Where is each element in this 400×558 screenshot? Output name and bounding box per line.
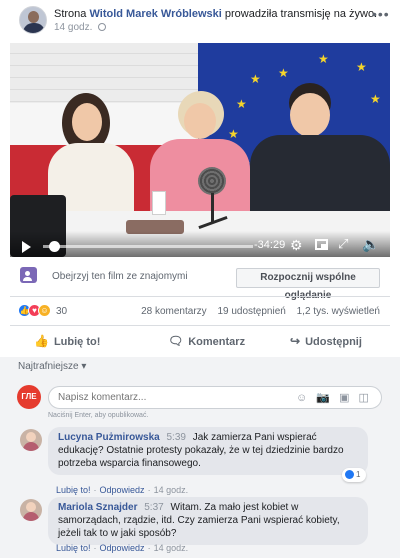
- time-remaining: -34:29: [254, 239, 286, 251]
- play-icon[interactable]: [22, 241, 31, 253]
- reactions-count[interactable]: 30: [56, 306, 67, 317]
- comment-bubble: Lucyna Pużmirowska 5:39 Jak zamierza Pan…: [48, 427, 368, 475]
- comment-author-avatar[interactable]: [20, 499, 42, 521]
- miniplayer-icon[interactable]: [315, 239, 328, 250]
- chevron-down-icon: ▾: [81, 361, 87, 372]
- person-face: [72, 103, 102, 141]
- eu-star: ★: [228, 127, 239, 141]
- comment-author[interactable]: Mariola Sznajder: [58, 502, 137, 513]
- comment-video-time[interactable]: 5:37: [144, 502, 163, 513]
- comment-reply-link[interactable]: Odpowiedz: [100, 543, 145, 553]
- post-stats: 👍 ♥ ☺ 30 28 komentarzy 19 udostępnień 1,…: [0, 300, 400, 322]
- eu-star: ★: [250, 72, 261, 86]
- post-actions: 👍 Lubię to! 🗨 Komentarz ↪ Udostępnij: [0, 330, 400, 354]
- video-player[interactable]: ★ ★ ★ ★ ★ ★ ★ ★: [10, 43, 390, 257]
- like-button-label: Lubię to!: [53, 336, 101, 348]
- comment-video-time[interactable]: 5:39: [166, 432, 185, 443]
- comment-reply-link[interactable]: Odpowiedz: [100, 485, 145, 495]
- person-face: [184, 103, 216, 139]
- thumbs-up-icon: 👍: [34, 334, 49, 348]
- post-header: Strona Witold Marek Wróblewski prowadził…: [0, 0, 400, 42]
- globe-icon: [98, 23, 107, 32]
- share-button[interactable]: ↪ Udostępnij: [290, 330, 362, 352]
- comment-author-avatar[interactable]: [20, 429, 42, 451]
- comment-actions: Lubię to! · Odpowiedz · 14 godz.: [56, 485, 188, 495]
- person-face: [290, 93, 330, 137]
- water-glass: [152, 191, 166, 215]
- watch-party-text: Obejrzyj ten film ze znajomymi: [52, 271, 188, 282]
- post-headline: Strona Witold Marek Wróblewski prowadził…: [54, 8, 377, 20]
- avatar-body: [23, 23, 45, 33]
- post-time[interactable]: 14 godz.: [54, 22, 92, 33]
- eu-star: ★: [356, 60, 367, 74]
- comment-button-label: Komentarz: [188, 336, 246, 348]
- separator-dot: ·: [147, 485, 151, 495]
- comment-like-count[interactable]: 1: [342, 468, 366, 482]
- shares-count[interactable]: 19 udostępnień: [217, 306, 285, 317]
- watch-party-icon: [20, 267, 37, 283]
- start-watch-party-button[interactable]: Rozpocznij wspólne oglądanie: [236, 268, 380, 301]
- comment-bubble: Mariola Sznajder 5:37 Witam. Za mało jes…: [48, 497, 368, 545]
- views-count: 1,2 tys. wyświetleń: [296, 306, 380, 317]
- comment-button[interactable]: 🗨 Komentarz: [168, 330, 245, 352]
- comment-likes-value: 1: [356, 470, 361, 479]
- volume-icon[interactable]: 🔈: [362, 236, 379, 253]
- person-body: [250, 135, 390, 217]
- sort-label: Najtrafniejsze: [18, 361, 79, 372]
- comment-age[interactable]: 14 godz.: [154, 543, 189, 553]
- comment-age[interactable]: 14 godz.: [154, 485, 189, 495]
- like-reaction-icon: [345, 470, 354, 480]
- microphone-stand: [211, 193, 214, 223]
- separator-dot: ·: [93, 485, 97, 495]
- comment-actions: Lubię to! · Odpowiedz · 14 godz.: [56, 543, 188, 553]
- avatar-head: [28, 11, 39, 23]
- comment-author[interactable]: Lucyna Pużmirowska: [58, 432, 160, 443]
- comments-section: Najtrafniejsze ▾ ГЛЕ ☺ 📷 ▣ ◫ Naciśnij En…: [0, 357, 400, 558]
- facebook-post: Strona Witold Marek Wróblewski prowadził…: [0, 0, 400, 558]
- comments-count[interactable]: 28 komentarzy: [141, 306, 207, 317]
- engagement-counts: 28 komentarzy 19 udostępnień 1,2 tys. wy…: [133, 306, 380, 317]
- divider: [10, 325, 390, 326]
- headline-suffix: prowadziła transmisję na żywo.: [224, 8, 378, 20]
- progress-bar[interactable]: [43, 245, 253, 248]
- post-meta: 14 godz.: [54, 22, 107, 33]
- page-name-link[interactable]: Witold Marek Wróblewski: [89, 8, 221, 20]
- headline-prefix: Strona: [54, 8, 87, 20]
- comment-bubble-icon: 🗨: [168, 334, 184, 348]
- share-arrow-icon: ↪: [290, 334, 301, 348]
- eu-star: ★: [370, 92, 381, 106]
- divider: [10, 296, 390, 297]
- eu-star: ★: [318, 52, 329, 66]
- share-button-label: Udostępnij: [305, 336, 362, 348]
- haha-reaction-icon[interactable]: ☺: [38, 304, 51, 317]
- eu-star: ★: [236, 97, 247, 111]
- settings-gear-icon[interactable]: ⚙: [290, 237, 303, 254]
- comment-like-link[interactable]: Lubię to!: [56, 543, 91, 553]
- camera-icon[interactable]: 📷: [316, 392, 330, 404]
- commenter-avatar: ГЛЕ: [17, 385, 41, 409]
- comment-input-icons: ☺ 📷 ▣ ◫: [296, 391, 375, 404]
- comment-sort-dropdown[interactable]: Najtrafniejsze ▾: [18, 361, 86, 372]
- separator-dot: ·: [147, 543, 151, 553]
- progress-handle[interactable]: [49, 241, 61, 252]
- fullscreen-icon[interactable]: ⤢: [338, 236, 348, 252]
- watch-party-row: Obejrzyj ten film ze znajomymi Rozpoczni…: [0, 262, 400, 301]
- eu-star: ★: [278, 66, 289, 80]
- microphone: [198, 167, 226, 195]
- emoji-icon[interactable]: ☺: [296, 392, 307, 404]
- more-options-icon[interactable]: •••: [372, 6, 390, 22]
- input-hint: Naciśnij Enter, aby opublikować.: [48, 412, 149, 419]
- sticker-icon[interactable]: ◫: [359, 392, 369, 404]
- gif-icon[interactable]: ▣: [339, 392, 349, 404]
- like-button[interactable]: 👍 Lubię to!: [34, 330, 100, 352]
- video-controls: -34:29 ⚙ ⤢ 🔈: [10, 231, 390, 257]
- page-avatar[interactable]: [19, 6, 47, 34]
- separator-dot: ·: [93, 543, 97, 553]
- comment-like-link[interactable]: Lubię to!: [56, 485, 91, 495]
